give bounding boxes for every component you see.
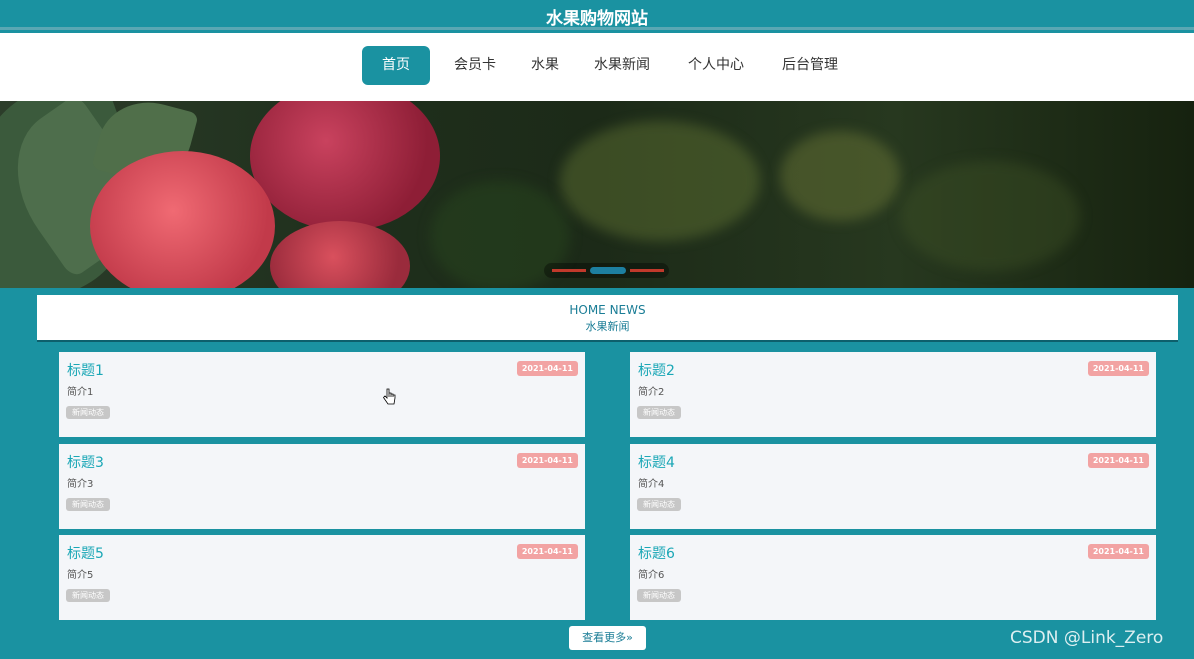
news-tag: 新闻动态 (637, 406, 681, 419)
raspberry-image (250, 101, 440, 231)
nav-item-admin[interactable]: 后台管理 (774, 46, 846, 85)
news-tag: 新闻动态 (637, 589, 681, 602)
news-card[interactable]: 标题5 简介5 新闻动态 2021-04-11 (59, 535, 585, 620)
news-tag: 新闻动态 (66, 498, 110, 511)
carousel-dot[interactable] (630, 269, 664, 272)
nav-item-home[interactable]: 首页 (362, 46, 430, 85)
news-desc: 简介1 (67, 387, 94, 398)
news-date-badge: 2021-04-11 (1087, 453, 1149, 468)
news-card[interactable]: 标题6 简介6 新闻动态 2021-04-11 (630, 535, 1156, 620)
news-section-header: HOME NEWS 水果新闻 (37, 295, 1178, 342)
section-title-cn: 水果新闻 (585, 320, 630, 333)
banner-bokeh (780, 131, 900, 221)
news-date-badge: 2021-04-11 (1087, 544, 1149, 559)
nav-item-fruit-news[interactable]: 水果新闻 (586, 46, 658, 85)
news-desc: 简介4 (638, 479, 665, 490)
carousel-dot-active[interactable] (590, 267, 626, 274)
news-desc: 简介2 (638, 387, 665, 398)
news-tag: 新闻动态 (66, 589, 110, 602)
news-card[interactable]: 标题3 简介3 新闻动态 2021-04-11 (59, 444, 585, 529)
news-card[interactable]: 标题1 简介1 新闻动态 2021-04-11 (59, 352, 585, 437)
news-date-badge: 2021-04-11 (516, 361, 578, 376)
news-date-badge: 2021-04-11 (516, 453, 578, 468)
site-title: 水果购物网站 (546, 9, 648, 29)
hand-cursor-icon (382, 388, 396, 405)
nav-item-member-card[interactable]: 会员卡 (446, 46, 504, 85)
top-bar: 水果购物网站 (0, 0, 1194, 30)
news-desc: 简介5 (67, 570, 94, 581)
news-date-badge: 2021-04-11 (516, 544, 578, 559)
carousel-dot[interactable] (552, 269, 586, 272)
news-title[interactable]: 标题6 (638, 543, 675, 563)
news-tag: 新闻动态 (637, 498, 681, 511)
news-title[interactable]: 标题3 (67, 452, 104, 472)
nav-item-personal-center[interactable]: 个人中心 (680, 46, 752, 85)
news-card[interactable]: 标题4 简介4 新闻动态 2021-04-11 (630, 444, 1156, 529)
carousel-indicators (544, 263, 669, 278)
news-desc: 简介6 (638, 570, 665, 581)
news-desc: 简介3 (67, 479, 94, 490)
raspberry-image (90, 151, 275, 288)
banner-bokeh (900, 161, 1080, 271)
news-tag: 新闻动态 (66, 406, 110, 419)
news-title[interactable]: 标题1 (67, 360, 104, 380)
news-title[interactable]: 标题4 (638, 452, 675, 472)
raspberry-image (270, 221, 410, 288)
watermark: CSDN @Link_Zero (1010, 628, 1164, 648)
banner-carousel[interactable] (0, 101, 1194, 288)
banner-bokeh (560, 121, 760, 241)
news-title[interactable]: 标题5 (67, 543, 104, 563)
news-card[interactable]: 标题2 简介2 新闻动态 2021-04-11 (630, 352, 1156, 437)
section-title-en: HOME NEWS (569, 303, 646, 317)
news-date-badge: 2021-04-11 (1087, 361, 1149, 376)
main-nav: 首页 会员卡 水果 水果新闻 个人中心 后台管理 (0, 33, 1194, 101)
view-more-button[interactable]: 查看更多» (569, 626, 646, 650)
nav-item-fruit[interactable]: 水果 (520, 46, 570, 85)
news-title[interactable]: 标题2 (638, 360, 675, 380)
